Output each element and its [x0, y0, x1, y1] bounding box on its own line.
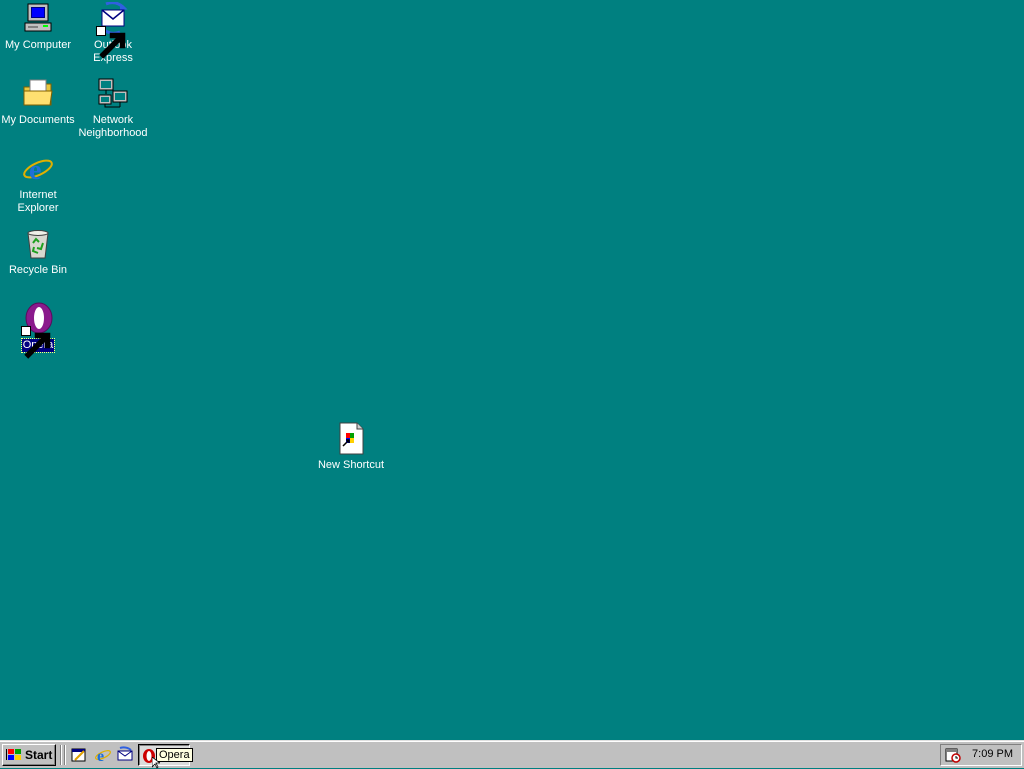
svg-text:e: e [29, 155, 41, 186]
desktop-icon-label: My Computer [4, 39, 72, 51]
recycle-bin-icon [21, 227, 55, 261]
mouse-cursor-icon [152, 757, 160, 769]
desktop-icon-opera[interactable]: Opera [0, 302, 76, 359]
scheduled-tasks-icon[interactable] [945, 747, 961, 763]
my-computer-icon [21, 2, 55, 36]
quick-launch-grip[interactable] [64, 745, 66, 765]
desktop-icon-label: Network Neighborhood [78, 114, 148, 139]
taskbar-button-label: Opera [156, 748, 193, 762]
network-neighborhood-icon [96, 77, 130, 111]
desktop-icon-network-neighborhood[interactable]: Network Neighborhood [75, 77, 151, 140]
clock[interactable]: 7:09 PM [972, 748, 1013, 760]
show-desktop-icon[interactable] [70, 746, 88, 764]
my-documents-icon [21, 77, 55, 111]
system-tray: 7:09 PM [940, 744, 1022, 766]
desktop-icon-internet-explorer[interactable]: e Internet Explorer [0, 152, 76, 215]
shortcut-arrow-icon [21, 326, 51, 359]
outlook-express-icon[interactable] [116, 746, 134, 764]
desktop-icon-my-documents[interactable]: My Documents [0, 77, 76, 127]
desktop-icon-my-computer[interactable]: My Computer [0, 2, 76, 52]
internet-explorer-icon[interactable]: e [94, 746, 112, 764]
desktop-icon-label: Recycle Bin [8, 264, 68, 276]
desktop[interactable]: My Computer Outlook Express My Documents… [0, 0, 1024, 740]
taskbar-separator [60, 745, 62, 765]
taskbar-button-opera[interactable]: Opera [138, 744, 193, 766]
desktop-icon-label: Internet Explorer [17, 189, 59, 214]
opera-icon [21, 302, 55, 359]
outlook-express-icon [96, 2, 130, 59]
desktop-icon-outlook-express[interactable]: Outlook Express [75, 2, 151, 65]
shortcut-arrow-icon [96, 26, 126, 59]
internet-explorer-icon: e [21, 152, 55, 186]
start-button[interactable]: Start [2, 744, 56, 766]
windows-logo-icon [6, 749, 21, 760]
desktop-icon-label: New Shortcut [317, 459, 385, 471]
start-label: Start [25, 748, 53, 762]
desktop-icon-label: My Documents [1, 114, 75, 126]
desktop-icon-new-shortcut[interactable]: New Shortcut [312, 422, 390, 472]
desktop-icon-recycle-bin[interactable]: Recycle Bin [0, 227, 76, 277]
svg-text:e: e [97, 748, 104, 764]
new-shortcut-icon [334, 422, 368, 456]
